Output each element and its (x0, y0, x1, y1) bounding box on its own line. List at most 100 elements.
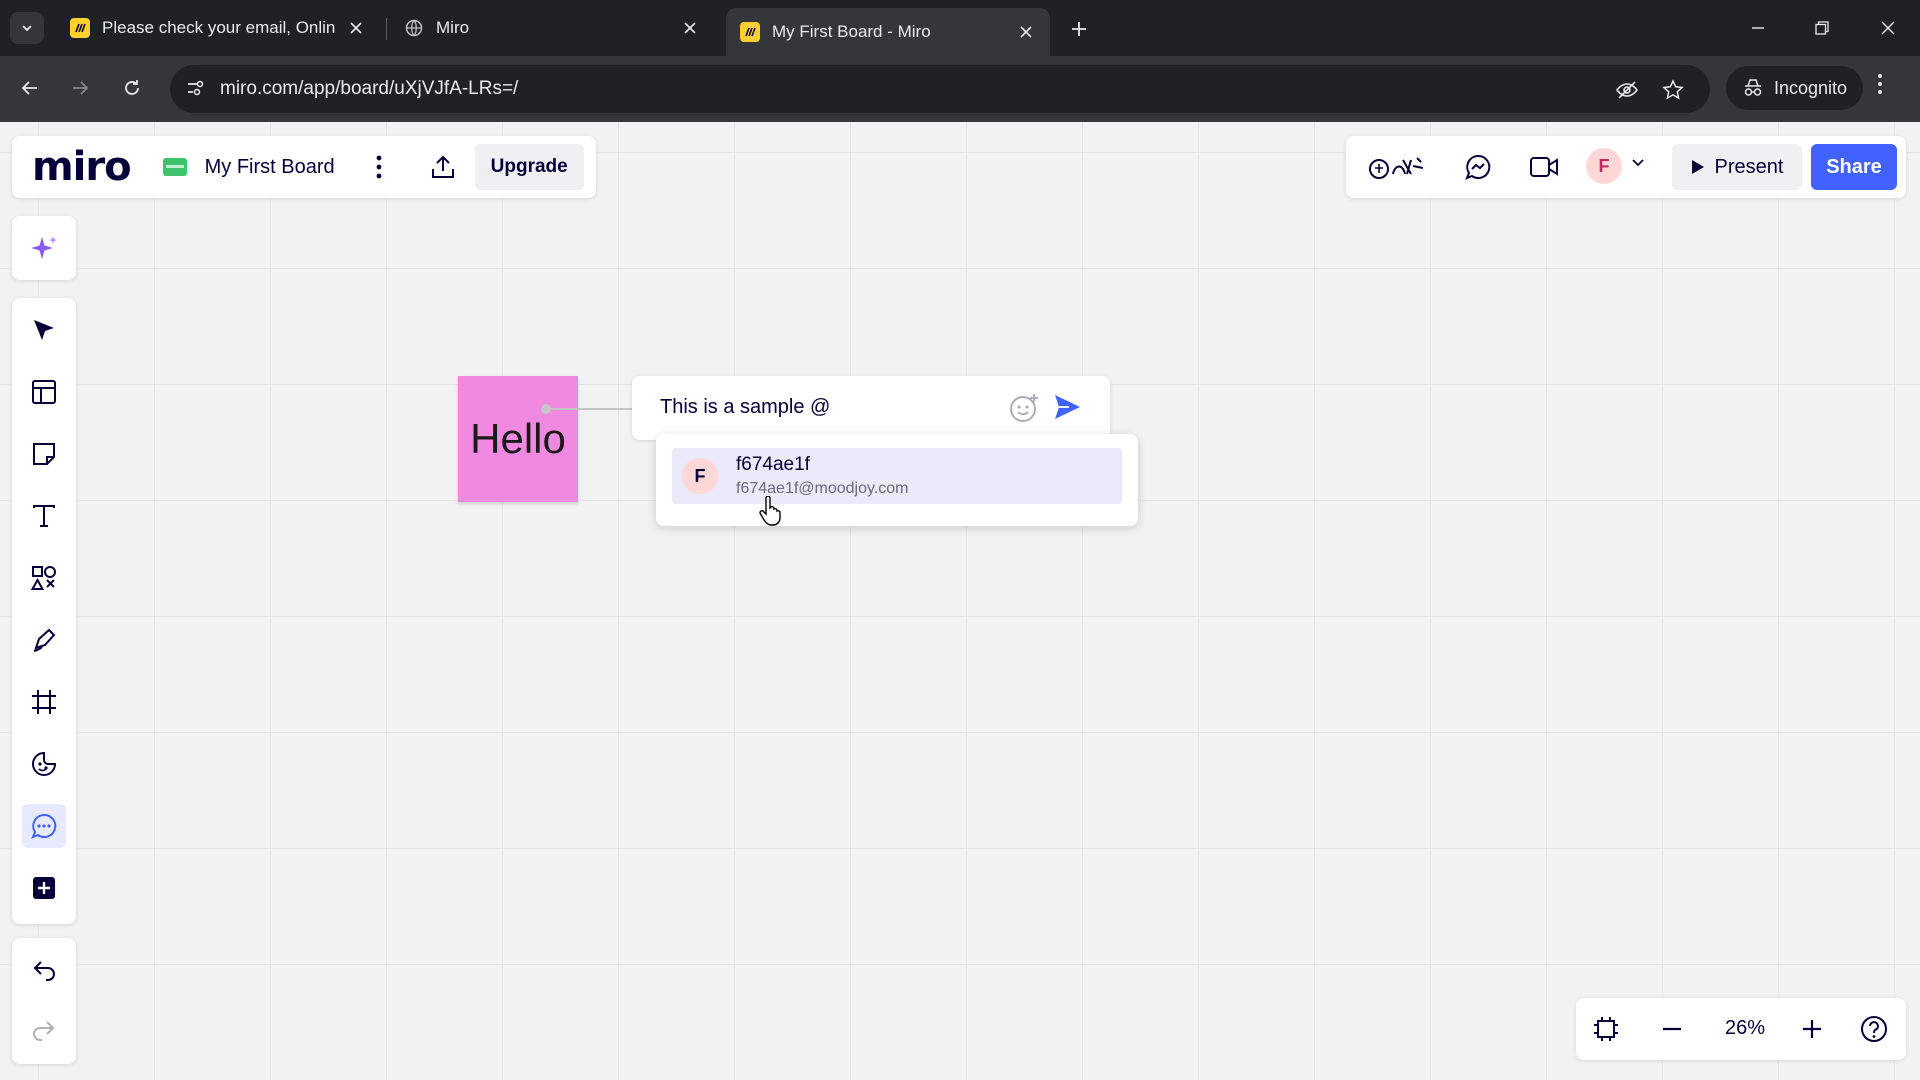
arrow-right-icon (73, 81, 89, 95)
tab-title: Miro (436, 18, 470, 37)
tool-panel (12, 298, 76, 924)
ai-assist-button[interactable] (12, 216, 76, 280)
chat-icon[interactable] (1458, 147, 1498, 187)
present-label: Present (1714, 155, 1784, 178)
tab-miro[interactable]: Miro (390, 8, 714, 48)
stickers-tool[interactable] (22, 742, 66, 786)
share-button[interactable]: Share (1811, 144, 1897, 190)
select-tool[interactable] (22, 308, 66, 352)
undo-button[interactable] (22, 948, 66, 992)
text-tool[interactable] (22, 494, 66, 538)
site-settings-icon[interactable] (184, 77, 206, 104)
video-call-icon[interactable] (1524, 147, 1564, 187)
more-apps-tool[interactable] (22, 866, 66, 910)
incognito-icon (1744, 79, 1762, 96)
sticky-note[interactable]: Hello (458, 376, 578, 502)
new-tab-button[interactable] (1064, 14, 1094, 44)
board-header: miro My First Board Upgrade (12, 136, 596, 198)
chevron-down-icon[interactable] (1630, 154, 1646, 175)
comment-icon (31, 813, 57, 839)
tab-email[interactable]: Please check your email, Online (56, 8, 380, 48)
tab-separator (386, 18, 387, 40)
tab-my-first-board[interactable]: My First Board - Miro (726, 8, 1050, 56)
undo-icon (33, 961, 55, 981)
mention-option[interactable]: F f674ae1f f674ae1f@moodjoy.com (672, 448, 1122, 504)
zoom-out-button[interactable] (1652, 1009, 1692, 1049)
more-vertical-icon (1878, 74, 1882, 94)
board-name[interactable]: My First Board (205, 156, 335, 179)
more-vertical-icon (376, 155, 382, 179)
profile-label: Incognito (1774, 77, 1848, 98)
undo-redo-panel (12, 938, 76, 1064)
mention-name: f674ae1f (736, 454, 810, 475)
zoom-level[interactable]: 26% (1712, 1017, 1778, 1040)
frame-icon (32, 690, 56, 714)
back-button[interactable] (12, 70, 48, 106)
sticker-icon (32, 751, 57, 776)
collaboration-bar: F Present Share (1346, 136, 1906, 198)
play-icon (1691, 160, 1704, 174)
upgrade-button[interactable]: Upgrade (474, 144, 584, 190)
templates-icon (32, 380, 56, 404)
reload-button[interactable] (114, 70, 150, 106)
present-button[interactable]: Present (1672, 144, 1802, 190)
templates-tool[interactable] (22, 370, 66, 414)
close-tab-icon[interactable] (346, 18, 366, 38)
frame-tool[interactable] (22, 680, 66, 724)
send-icon[interactable] (1052, 392, 1082, 427)
avatar[interactable]: F (1586, 148, 1622, 184)
miro-logo-icon (740, 22, 760, 42)
minimize-icon (1752, 27, 1764, 29)
bookmark-star-icon[interactable] (1660, 77, 1686, 103)
plus-square-icon (33, 877, 55, 899)
close-tab-icon[interactable] (1016, 22, 1036, 42)
miro-logo-icon (70, 18, 90, 38)
minimize-button[interactable] (1736, 10, 1780, 46)
plus-icon (1803, 1020, 1821, 1038)
eye-off-icon[interactable] (1614, 77, 1640, 103)
reload-icon (125, 80, 139, 95)
comment-input[interactable]: This is a sample @ (632, 376, 1110, 440)
restore-icon (1815, 21, 1829, 35)
redo-button[interactable] (22, 1008, 66, 1052)
browser-menu-button[interactable] (1876, 72, 1884, 101)
board-icon (162, 158, 187, 176)
frame-icon (1594, 1017, 1618, 1041)
shapes-icon (30, 566, 56, 590)
arrow-left-icon (21, 81, 37, 95)
export-button[interactable] (423, 147, 463, 187)
tab-search-button[interactable] (10, 12, 44, 44)
forward-button[interactable] (62, 70, 98, 106)
url-text: miro.com/app/board/uXjVJfA-LRs=/ (220, 78, 519, 99)
add-emoji-icon[interactable] (1008, 392, 1040, 429)
reactions-icon[interactable] (1366, 147, 1430, 187)
close-tab-icon[interactable] (680, 18, 700, 38)
address-bar[interactable]: miro.com/app/board/uXjVJfA-LRs=/ (170, 65, 1710, 113)
chevron-down-icon (22, 25, 32, 32)
browser-tab-strip: Please check your email, Online Miro My … (0, 0, 1920, 56)
zoom-in-button[interactable] (1792, 1009, 1832, 1049)
restore-button[interactable] (1800, 10, 1844, 46)
close-window-button[interactable] (1866, 10, 1910, 46)
pen-icon (33, 628, 56, 652)
comment-tool[interactable] (22, 804, 66, 848)
sticky-note-text: Hello (470, 415, 566, 462)
sticky-note-tool[interactable] (22, 432, 66, 476)
comment-connector (541, 404, 634, 414)
shapes-tool[interactable] (22, 556, 66, 600)
hand-cursor-icon (758, 495, 782, 531)
pen-tool[interactable] (22, 618, 66, 662)
upload-icon (431, 155, 454, 178)
zoom-controls: 26% (1576, 998, 1906, 1060)
board-menu-button[interactable] (359, 147, 399, 187)
miro-logo[interactable]: miro (32, 144, 132, 190)
help-icon (1861, 1016, 1887, 1042)
board-canvas[interactable]: miro My First Board Upgrade F Present Sh… (0, 122, 1920, 1080)
comment-text[interactable]: This is a sample @ (660, 396, 830, 419)
incognito-badge[interactable]: Incognito (1726, 66, 1864, 110)
help-button[interactable] (1854, 1009, 1894, 1049)
fit-to-screen-button[interactable] (1586, 1009, 1626, 1049)
sparkle-icon (31, 236, 57, 259)
minus-icon (1663, 1027, 1681, 1031)
tab-title: Please check your email, Online (102, 18, 336, 37)
